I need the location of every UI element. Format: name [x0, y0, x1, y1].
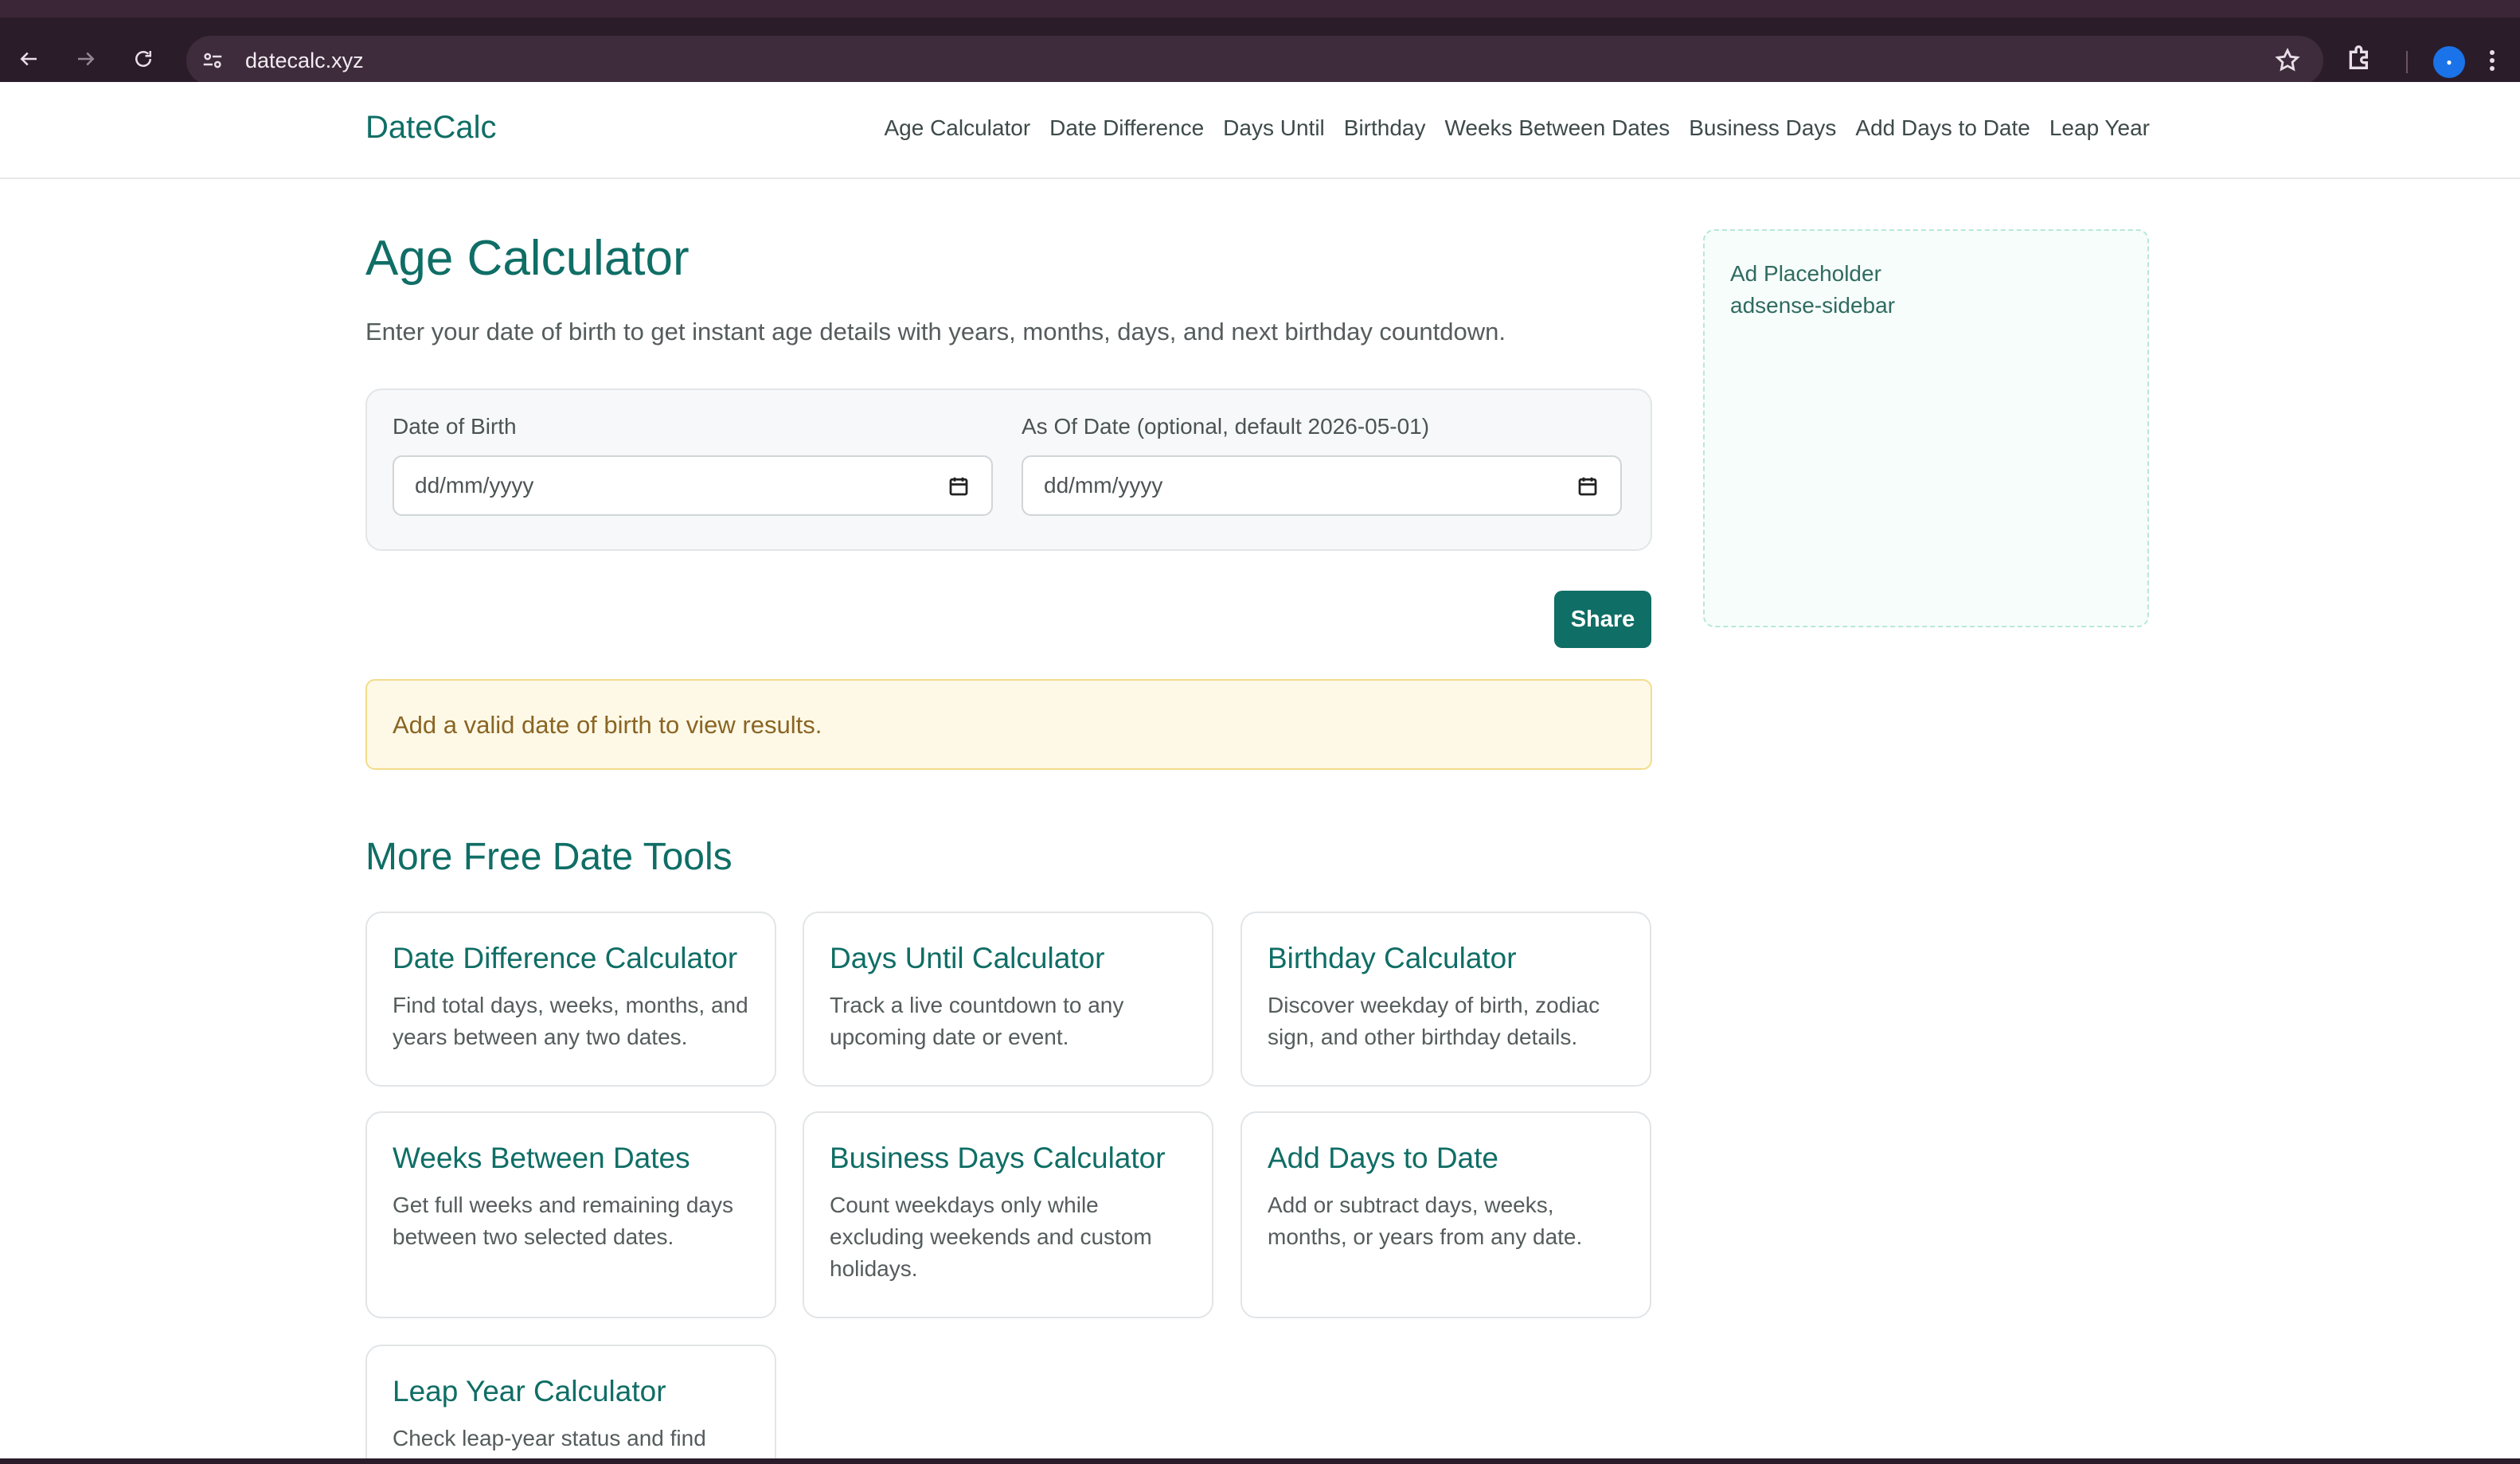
- tool-card-weeks-between[interactable]: Weeks Between Dates Get full weeks and r…: [365, 1111, 776, 1318]
- tool-card-desc: Count weekdays only while excluding week…: [830, 1193, 1152, 1281]
- ad-placeholder: Ad Placeholder adsense-sidebar: [1703, 229, 2149, 627]
- tool-card-title[interactable]: Date Difference Calculator: [393, 942, 749, 975]
- dob-input[interactable]: dd/mm/yyyy: [393, 455, 993, 516]
- star-icon[interactable]: [2274, 47, 2301, 74]
- share-button[interactable]: Share: [1554, 591, 1651, 648]
- site-info-icon[interactable]: [199, 47, 226, 74]
- tool-card-desc: Track a live countdown to any upcoming d…: [830, 993, 1124, 1049]
- tool-card-title[interactable]: Leap Year Calculator: [393, 1375, 749, 1408]
- nav-days-until[interactable]: Days Until: [1223, 115, 1325, 141]
- reload-icon[interactable]: [126, 41, 161, 76]
- age-form-card: Date of Birth dd/mm/yyyy As Of Date (opt…: [365, 388, 1652, 551]
- tool-card-desc: Get full weeks and remaining days betwee…: [393, 1193, 733, 1249]
- dob-label: Date of Birth: [393, 414, 517, 439]
- main-nav: Age Calculator Date Difference Days Unti…: [884, 115, 2150, 141]
- asof-placeholder: dd/mm/yyyy: [1044, 473, 1163, 498]
- dob-placeholder: dd/mm/yyyy: [415, 473, 534, 498]
- toolbar-divider: [2406, 51, 2408, 73]
- page-title: Age Calculator: [365, 231, 690, 286]
- address-bar[interactable]: datecalc.xyz: [186, 36, 2323, 85]
- browser-tabstrip: [0, 0, 2520, 18]
- tool-card-add-days[interactable]: Add Days to Date Add or subtract days, w…: [1240, 1111, 1651, 1318]
- nav-age-calculator[interactable]: Age Calculator: [884, 115, 1030, 141]
- nav-add-days-to-date[interactable]: Add Days to Date: [1855, 115, 2030, 141]
- profile-icon[interactable]: ●: [2433, 46, 2465, 78]
- calendar-icon[interactable]: [1576, 474, 1600, 498]
- intro-text: Enter your date of birth to get instant …: [365, 318, 1506, 346]
- ad-label: Ad Placeholder: [1730, 261, 1881, 286]
- tool-card-date-difference[interactable]: Date Difference Calculator Find total da…: [365, 912, 776, 1087]
- page-viewport: DateCalc Age Calculator Date Difference …: [0, 82, 2520, 1458]
- nav-business-days[interactable]: Business Days: [1689, 115, 1836, 141]
- tool-card-birthday[interactable]: Birthday Calculator Discover weekday of …: [1240, 912, 1651, 1087]
- tool-card-leap-year[interactable]: Leap Year Calculator Check leap-year sta…: [365, 1345, 776, 1458]
- puzzle-icon[interactable]: [2344, 41, 2379, 76]
- tool-card-title[interactable]: Add Days to Date: [1268, 1142, 1624, 1175]
- nav-leap-year[interactable]: Leap Year: [2049, 115, 2150, 141]
- browser-bottom-edge: [0, 1458, 2520, 1464]
- url-text[interactable]: datecalc.xyz: [245, 49, 364, 73]
- asof-field: As Of Date (optional, default 2026-05-01…: [1022, 414, 1625, 516]
- calendar-icon[interactable]: [947, 474, 971, 498]
- site-logo[interactable]: DateCalc: [365, 110, 497, 146]
- nav-birthday[interactable]: Birthday: [1344, 115, 1426, 141]
- asof-input[interactable]: dd/mm/yyyy: [1022, 455, 1622, 516]
- tool-card-business-days[interactable]: Business Days Calculator Count weekdays …: [803, 1111, 1213, 1318]
- tool-card-desc: Check leap-year status and find: [393, 1426, 706, 1450]
- notice-text: Add a valid date of birth to view result…: [393, 711, 822, 739]
- asof-label: As Of Date (optional, default 2026-05-01…: [1022, 414, 1430, 439]
- more-tools-title: More Free Date Tools: [365, 836, 733, 878]
- tool-card-desc: Find total days, weeks, months, and year…: [393, 993, 748, 1049]
- back-arrow-icon[interactable]: [11, 41, 46, 76]
- tool-card-title[interactable]: Business Days Calculator: [830, 1142, 1186, 1175]
- forward-arrow-icon[interactable]: [68, 41, 104, 76]
- nav-date-difference[interactable]: Date Difference: [1049, 115, 1204, 141]
- nav-weeks-between-dates[interactable]: Weeks Between Dates: [1444, 115, 1670, 141]
- kebab-menu-icon[interactable]: [2487, 45, 2511, 76]
- results-notice: Add a valid date of birth to view result…: [365, 679, 1652, 770]
- dob-field: Date of Birth dd/mm/yyyy: [393, 414, 996, 516]
- tool-card-desc: Discover weekday of birth, zodiac sign, …: [1268, 993, 1600, 1049]
- tool-card-title[interactable]: Weeks Between Dates: [393, 1142, 749, 1175]
- tool-card-title[interactable]: Birthday Calculator: [1268, 942, 1624, 975]
- tool-card-title[interactable]: Days Until Calculator: [830, 942, 1186, 975]
- tool-card-days-until[interactable]: Days Until Calculator Track a live count…: [803, 912, 1213, 1087]
- ad-slot-name: adsense-sidebar: [1730, 293, 1896, 318]
- tool-card-desc: Add or subtract days, weeks, months, or …: [1268, 1193, 1583, 1249]
- site-header: DateCalc Age Calculator Date Difference …: [0, 82, 2520, 179]
- browser-toolbar: datecalc.xyz ●: [0, 18, 2520, 85]
